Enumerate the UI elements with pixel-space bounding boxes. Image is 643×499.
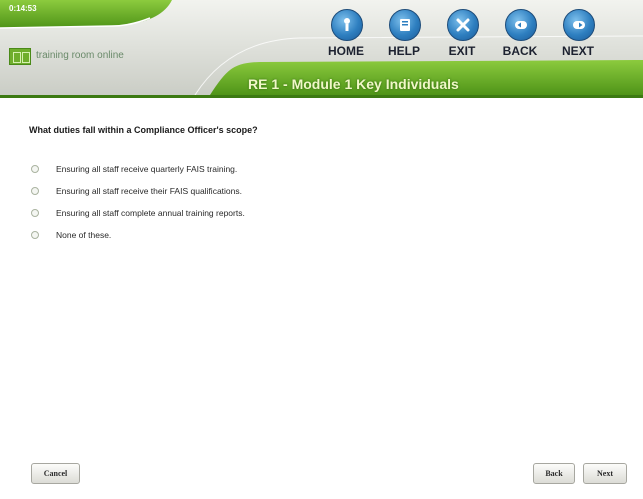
header: 0:14:53 training room online HOME HELP E… [0,0,643,98]
session-timer: 0:14:53 [9,4,37,13]
next-arrow-icon [563,9,595,41]
home-label: HOME [328,44,364,58]
home-icon [331,9,363,41]
back-nav-label: BACK [502,44,538,58]
help-button[interactable]: HELP [376,6,432,62]
answer-option[interactable]: Ensuring all staff receive quarterly FAI… [31,158,245,180]
cancel-button[interactable]: Cancel [31,463,80,484]
radio-button[interactable] [31,187,39,195]
next-nav-label: NEXT [561,44,594,58]
help-icon [389,9,421,41]
radio-button[interactable] [31,165,39,173]
answer-option-label: Ensuring all staff receive their FAIS qu… [56,186,242,196]
radio-button[interactable] [31,231,39,239]
exit-icon [447,9,479,41]
question-text: What duties fall within a Compliance Off… [29,125,258,135]
answer-option-label: None of these. [56,230,112,240]
next-nav-button[interactable]: NEXT [550,6,606,62]
answer-option-label: Ensuring all staff receive quarterly FAI… [56,164,238,174]
main-nav: HOME HELP EXIT BACK NEXT [318,6,606,62]
answer-option[interactable]: Ensuring all staff complete annual train… [31,202,245,224]
module-title: RE 1 - Module 1 Key Individuals [248,76,459,92]
logo-text: training room online [36,50,124,61]
logo: training room online [9,46,124,66]
exit-button[interactable]: EXIT [434,6,490,62]
home-button[interactable]: HOME [318,6,374,62]
next-button[interactable]: Next [583,463,627,484]
radio-button[interactable] [31,209,39,217]
answer-option[interactable]: None of these. [31,224,245,246]
back-button[interactable]: Back [533,463,575,484]
answer-option[interactable]: Ensuring all staff receive their FAIS qu… [31,180,245,202]
help-label: HELP [387,44,420,58]
back-nav-button[interactable]: BACK [492,6,548,62]
answer-option-label: Ensuring all staff complete annual train… [56,208,245,218]
answer-options: Ensuring all staff receive quarterly FAI… [31,158,245,246]
back-arrow-icon [505,9,537,41]
logo-icon [9,47,31,65]
exit-label: EXIT [448,44,476,58]
